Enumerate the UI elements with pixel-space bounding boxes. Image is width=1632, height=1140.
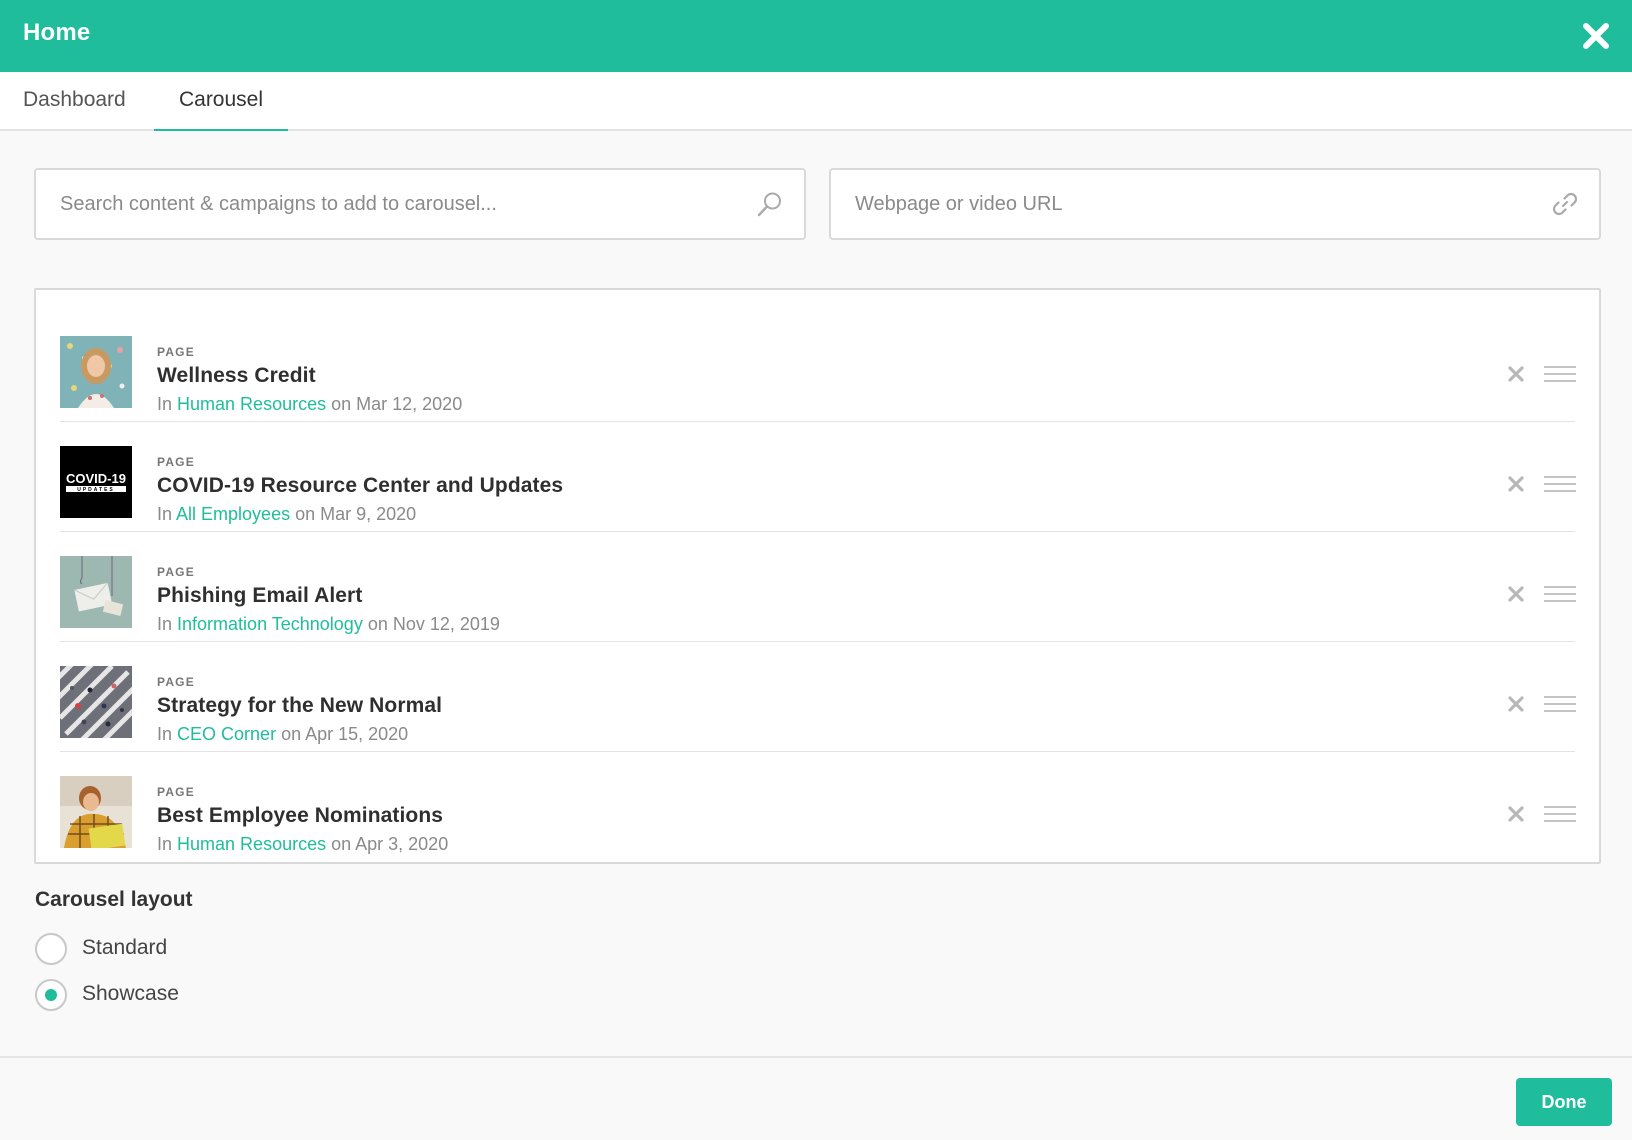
remove-icon[interactable] bbox=[1506, 694, 1526, 714]
meta-prefix: In bbox=[157, 834, 173, 854]
drag-handle-icon[interactable] bbox=[1544, 476, 1576, 492]
radio-showcase[interactable] bbox=[35, 979, 67, 1011]
group-link[interactable]: CEO Corner bbox=[177, 724, 276, 744]
meta-date: on Nov 12, 2019 bbox=[367, 614, 500, 634]
list-item[interactable]: PAGE Strategy for the New Normal In CEO … bbox=[60, 642, 1576, 752]
carousel-item-list: PAGE Wellness Credit In Human Resources … bbox=[34, 288, 1601, 864]
item-type: PAGE bbox=[157, 675, 195, 689]
url-field bbox=[829, 168, 1601, 240]
modal-title: Home bbox=[23, 19, 91, 46]
radio-selected-dot bbox=[45, 989, 57, 1001]
meta-prefix: In bbox=[157, 394, 173, 414]
thumbnail-wellness bbox=[60, 336, 132, 408]
list-item[interactable]: COVID-19 UPDATES PAGE COVID-19 Resource … bbox=[60, 422, 1576, 532]
thumb-covid-text: COVID-19 bbox=[66, 471, 126, 486]
item-title[interactable]: COVID-19 Resource Center and Updates bbox=[157, 474, 563, 498]
list-item[interactable]: PAGE Best Employee Nominations In Human … bbox=[60, 752, 1576, 862]
thumbnail-covid: COVID-19 UPDATES bbox=[60, 446, 132, 518]
modal-header: Home bbox=[0, 0, 1632, 72]
remove-icon[interactable] bbox=[1506, 584, 1526, 604]
remove-icon[interactable] bbox=[1506, 364, 1526, 384]
close-icon[interactable] bbox=[1578, 18, 1614, 54]
meta-date: on Apr 15, 2020 bbox=[281, 724, 409, 744]
remove-icon[interactable] bbox=[1506, 474, 1526, 494]
meta-prefix: In bbox=[157, 724, 173, 744]
drag-handle-icon[interactable] bbox=[1544, 366, 1576, 382]
radio-label-standard[interactable]: Standard bbox=[82, 936, 167, 960]
thumbnail-phishing bbox=[60, 556, 132, 628]
drag-handle-icon[interactable] bbox=[1544, 806, 1576, 822]
tab-bar: Dashboard Carousel bbox=[0, 72, 1632, 131]
group-link[interactable]: Information Technology bbox=[177, 614, 363, 634]
item-type: PAGE bbox=[157, 345, 195, 359]
group-link[interactable]: All Employees bbox=[176, 504, 290, 524]
group-link[interactable]: Human Resources bbox=[177, 834, 326, 854]
radio-standard[interactable] bbox=[35, 933, 67, 965]
item-title[interactable]: Best Employee Nominations bbox=[157, 804, 443, 828]
meta-prefix: In bbox=[157, 614, 173, 634]
item-type: PAGE bbox=[157, 565, 195, 579]
done-button[interactable]: Done bbox=[1516, 1078, 1612, 1126]
search-input[interactable] bbox=[60, 170, 720, 238]
search-field bbox=[34, 168, 806, 240]
item-meta: In All Employees on Mar 9, 2020 bbox=[157, 504, 416, 525]
tab-dashboard[interactable]: Dashboard bbox=[23, 72, 126, 131]
item-meta: In Human Resources on Mar 12, 2020 bbox=[157, 394, 462, 415]
item-meta: In Information Technology on Nov 12, 201… bbox=[157, 614, 500, 635]
remove-icon[interactable] bbox=[1506, 804, 1526, 824]
group-link[interactable]: Human Resources bbox=[177, 394, 326, 414]
item-meta: In Human Resources on Apr 3, 2020 bbox=[157, 834, 448, 855]
item-title[interactable]: Wellness Credit bbox=[157, 364, 316, 388]
link-icon[interactable] bbox=[1551, 190, 1579, 218]
meta-date: on Mar 9, 2020 bbox=[295, 504, 417, 524]
tab-carousel[interactable]: Carousel bbox=[154, 72, 288, 131]
meta-date: on Apr 3, 2020 bbox=[331, 834, 449, 854]
item-type: PAGE bbox=[157, 785, 195, 799]
meta-prefix: In bbox=[157, 504, 173, 524]
list-item[interactable]: PAGE Wellness Credit In Human Resources … bbox=[60, 312, 1576, 422]
item-type: PAGE bbox=[157, 455, 195, 469]
drag-handle-icon[interactable] bbox=[1544, 586, 1576, 602]
item-title[interactable]: Strategy for the New Normal bbox=[157, 694, 442, 718]
item-title[interactable]: Phishing Email Alert bbox=[157, 584, 362, 608]
thumb-updates-text: UPDATES bbox=[77, 487, 115, 493]
thumbnail-employee bbox=[60, 776, 132, 848]
modal-footer: Done bbox=[0, 1056, 1632, 1140]
url-input[interactable] bbox=[855, 170, 1515, 238]
carousel-layout-label: Carousel layout bbox=[35, 888, 193, 911]
item-meta: In CEO Corner on Apr 15, 2020 bbox=[157, 724, 408, 745]
search-icon[interactable] bbox=[756, 190, 784, 218]
thumbnail-crosswalk bbox=[60, 666, 132, 738]
meta-date: on Mar 12, 2020 bbox=[331, 394, 463, 414]
list-item[interactable]: PAGE Phishing Email Alert In Information… bbox=[60, 532, 1576, 642]
radio-label-showcase[interactable]: Showcase bbox=[82, 982, 179, 1006]
drag-handle-icon[interactable] bbox=[1544, 696, 1576, 712]
